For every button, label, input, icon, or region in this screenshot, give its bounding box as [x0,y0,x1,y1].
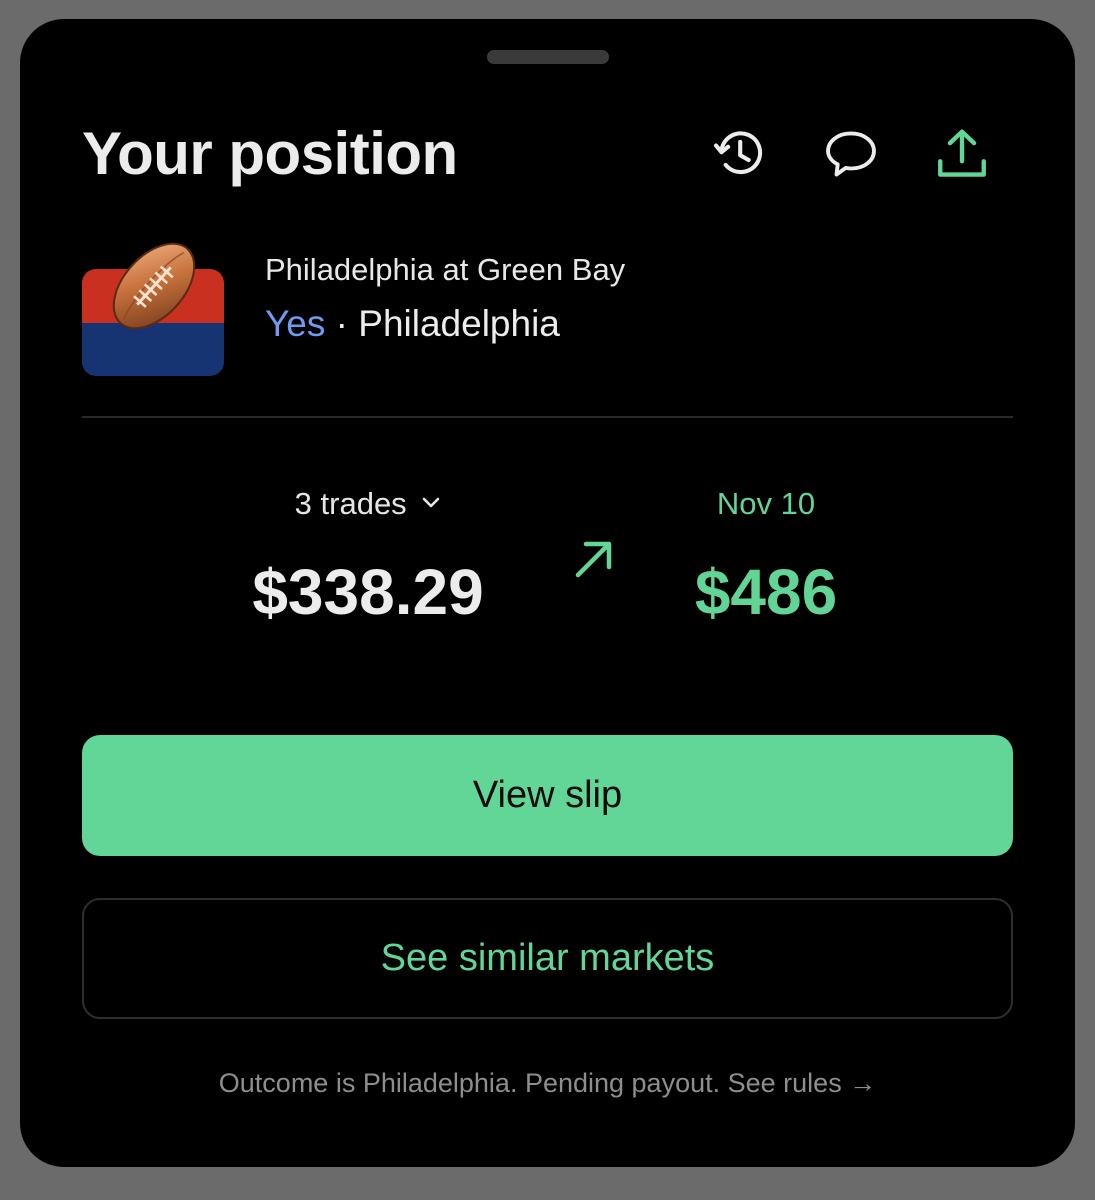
chevron-down-icon [423,497,440,508]
view-slip-button[interactable]: View slip [82,735,1013,856]
payout-amount: $486 [694,556,838,628]
market-thumbnail [82,231,224,376]
page-title: Your position [82,120,458,187]
position-sheet: Your position Philadelphia at Green Bay … [20,19,1075,1167]
history-icon[interactable] [708,123,770,185]
trades-label: 3 trades [294,486,407,521]
outcome-note: Outcome is Philadelphia. Pending payout.… [82,1068,1013,1099]
market-name: Philadelphia at Green Bay [265,252,626,287]
arrow-up-right-icon [575,541,612,578]
divider [82,416,1013,418]
side-yes-label: Yes [265,303,326,344]
position-cost: $338.29 [252,556,484,628]
trades-dropdown[interactable]: 3 trades [220,486,516,522]
football-icon [112,242,196,330]
payout-date: Nov 10 [716,486,816,521]
separator-dot: · [335,303,348,344]
comment-icon[interactable] [820,123,882,185]
share-icon[interactable] [931,123,993,185]
team-label: Philadelphia [358,303,560,344]
outcome-text: Outcome is Philadelphia. Pending payout. [218,1068,721,1098]
see-rules-link[interactable]: See rules → [728,1068,877,1098]
see-similar-markets-button[interactable]: See similar markets [82,898,1013,1019]
drag-handle[interactable] [487,50,609,64]
market-side: Yes · Philadelphia [265,303,560,345]
